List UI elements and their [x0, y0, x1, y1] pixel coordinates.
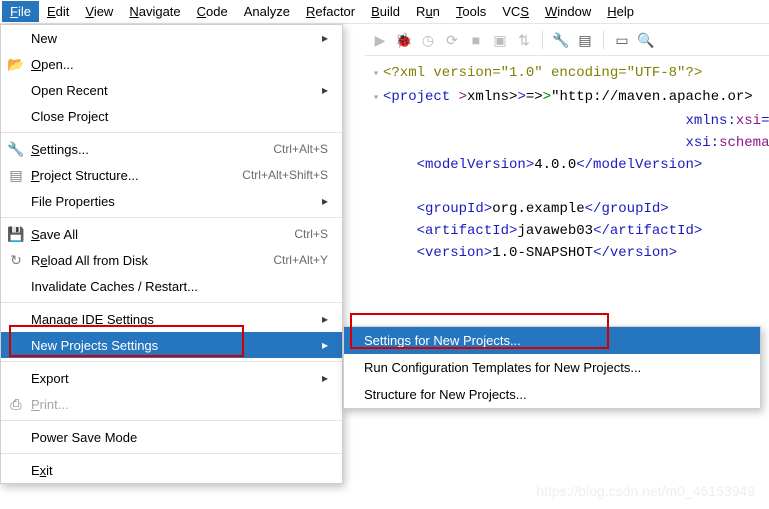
menu-refactor[interactable]: Refactor: [298, 1, 363, 22]
file-menu-invalidate-caches-restart[interactable]: Invalidate Caches / Restart...: [1, 273, 342, 299]
menu-item-label: Save All: [31, 227, 294, 242]
print-icon: ⎙: [1, 396, 31, 413]
submenu-arrow-icon: ▸: [314, 31, 328, 45]
menu-help[interactable]: Help: [599, 1, 642, 22]
debug-icon[interactable]: 🐞: [395, 31, 413, 49]
wrench-icon[interactable]: 🔧: [552, 31, 570, 49]
file-menu-print: ⎙Print...: [1, 391, 342, 417]
menu-navigate[interactable]: Navigate: [121, 1, 188, 22]
sync-icon[interactable]: ⇅: [515, 31, 533, 49]
menu-item-label: Project Structure...: [31, 168, 242, 183]
menu-shortcut: Ctrl+Alt+Shift+S: [242, 168, 328, 182]
submenu-structure-for-new-projects[interactable]: Structure for New Projects...: [344, 381, 760, 408]
menu-item-label: New: [31, 31, 314, 46]
file-menu-exit[interactable]: Exit: [1, 457, 342, 483]
coverage-icon[interactable]: ◷: [419, 31, 437, 49]
menu-bar: FileEditViewNavigateCodeAnalyzeRefactorB…: [0, 0, 769, 24]
menu-shortcut: Ctrl+S: [294, 227, 328, 241]
menu-item-label: Close Project: [31, 109, 328, 124]
file-menu-new[interactable]: New▸: [1, 25, 342, 51]
file-menu-manage-ide-settings[interactable]: Manage IDE Settings▸: [1, 306, 342, 332]
code-line: [369, 176, 765, 198]
file-menu-open-recent[interactable]: Open Recent▸: [1, 77, 342, 103]
menu-item-label: Reload All from Disk: [31, 253, 273, 268]
file-menu-save-all[interactable]: 💾Save AllCtrl+S: [1, 221, 342, 247]
file-menu-settings[interactable]: 🔧Settings...Ctrl+Alt+S: [1, 136, 342, 162]
file-menu-power-save-mode[interactable]: Power Save Mode: [1, 424, 342, 450]
new-projects-settings-submenu: Settings for New Projects... Run Configur…: [343, 326, 761, 409]
submenu-label: Settings for New Projects...: [364, 333, 521, 348]
menu-item-label: Exit: [31, 463, 328, 478]
code-line: <groupId>org.example</groupId>: [369, 198, 765, 220]
menu-vcs[interactable]: VCS: [494, 1, 537, 22]
file-menu-file-properties[interactable]: File Properties▸: [1, 188, 342, 214]
code-line: <artifactId>javaweb03</artifactId>: [369, 220, 765, 242]
submenu-label: Run Configuration Templates for New Proj…: [364, 360, 641, 375]
menu-item-label: New Projects Settings: [31, 338, 314, 353]
submenu-run-configuration-templates-for-new-projects[interactable]: Run Configuration Templates for New Proj…: [344, 354, 760, 381]
code-editor[interactable]: ▾<?xml version="1.0" encoding="UTF-8"?>▾…: [365, 56, 769, 509]
panel-icon[interactable]: ▭: [613, 31, 631, 49]
menu-tools[interactable]: Tools: [448, 1, 494, 22]
run-icon[interactable]: ▶: [371, 31, 389, 49]
file-menu-export[interactable]: Export▸: [1, 365, 342, 391]
code-line: <version>1.0-SNAPSHOT</version>: [369, 242, 765, 264]
menu-code[interactable]: Code: [189, 1, 236, 22]
submenu-arrow-icon: ▸: [314, 338, 328, 352]
save-icon: 💾: [1, 226, 31, 243]
menu-build[interactable]: Build: [363, 1, 408, 22]
menu-view[interactable]: View: [77, 1, 121, 22]
menu-window[interactable]: Window: [537, 1, 599, 22]
submenu-arrow-icon: ▸: [314, 371, 328, 385]
menu-item-label: Manage IDE Settings: [31, 312, 314, 327]
menu-run[interactable]: Run: [408, 1, 448, 22]
code-line: xmlns:xsi="http://www.w3.org/: [369, 110, 765, 132]
file-menu-open[interactable]: 📂Open...: [1, 51, 342, 77]
file-menu-reload-all-from-disk[interactable]: ↻Reload All from DiskCtrl+Alt+Y: [1, 247, 342, 273]
menu-shortcut: Ctrl+Alt+Y: [273, 253, 328, 267]
file-menu-project-structure[interactable]: ▤Project Structure...Ctrl+Alt+Shift+S: [1, 162, 342, 188]
code-line: xsi:schemaLocation="http://ma: [369, 132, 765, 154]
search-icon[interactable]: 🔍: [637, 31, 655, 49]
submenu-arrow-icon: ▸: [314, 194, 328, 208]
menu-item-label: Export: [31, 371, 314, 386]
toolbar: ▶ 🐞 ◷ ⟳ ■ ▣ ⇅ 🔧 ▤ ▭ 🔍: [365, 24, 769, 56]
code-line: ▾<?xml version="1.0" encoding="UTF-8"?>: [369, 62, 765, 86]
menu-item-label: Power Save Mode: [31, 430, 328, 445]
menu-shortcut: Ctrl+Alt+S: [273, 142, 328, 156]
wrench-icon: 🔧: [1, 141, 31, 158]
submenu-arrow-icon: ▸: [314, 312, 328, 326]
structure-icon[interactable]: ▤: [576, 31, 594, 49]
file-menu-dropdown: New▸📂Open...Open Recent▸Close Project🔧Se…: [0, 24, 343, 484]
menu-edit[interactable]: Edit: [39, 1, 77, 22]
menu-item-label: Open...: [31, 57, 328, 72]
open-icon: 📂: [1, 56, 31, 73]
menu-item-label: File Properties: [31, 194, 314, 209]
submenu-label: Structure for New Projects...: [364, 387, 527, 402]
code-line: <modelVersion>4.0.0</modelVersion>: [369, 154, 765, 176]
menu-item-label: Print...: [31, 397, 328, 412]
submenu-arrow-icon: ▸: [314, 83, 328, 97]
menu-item-label: Open Recent: [31, 83, 314, 98]
submenu-settings-for-new-projects[interactable]: Settings for New Projects...: [344, 327, 760, 354]
menu-file[interactable]: File: [2, 1, 39, 22]
profile-icon[interactable]: ⟳: [443, 31, 461, 49]
reload-icon: ↻: [1, 252, 31, 269]
menu-analyze[interactable]: Analyze: [236, 1, 298, 22]
menu-item-label: Settings...: [31, 142, 273, 157]
file-menu-close-project[interactable]: Close Project: [1, 103, 342, 129]
attach-icon[interactable]: ▣: [491, 31, 509, 49]
stop-icon[interactable]: ■: [467, 31, 485, 49]
structure-icon: ▤: [1, 167, 31, 184]
code-line: ▾<project >xmlns>>=>>"http://maven.apach…: [369, 86, 765, 110]
watermark: https://blog.csdn.net/m0_46153949: [536, 483, 755, 499]
menu-item-label: Invalidate Caches / Restart...: [31, 279, 328, 294]
file-menu-new-projects-settings[interactable]: New Projects Settings▸: [1, 332, 342, 358]
